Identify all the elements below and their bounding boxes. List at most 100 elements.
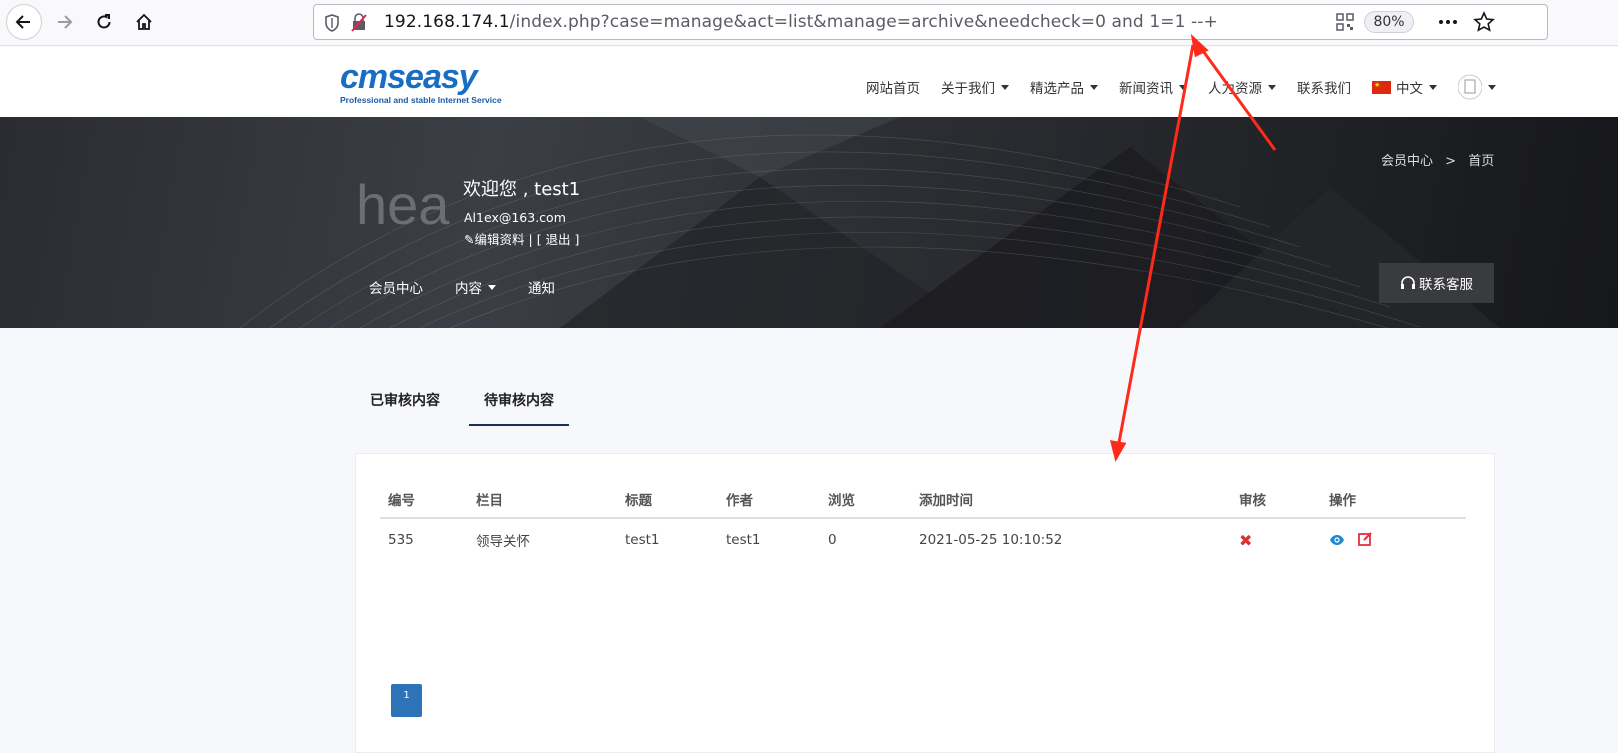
- home-button[interactable]: [126, 4, 162, 40]
- cell-actions: [1321, 518, 1466, 561]
- nav-item-news[interactable]: 新闻资讯: [1119, 73, 1187, 101]
- edit-profile-label: 编辑资料: [474, 232, 525, 247]
- caret-down-icon: [1488, 84, 1496, 90]
- header-id: 编号: [380, 482, 468, 519]
- main-nav: 网站首页 关于我们 精选产品 新闻资讯 人力资源 联系我们 中文: [866, 73, 1517, 101]
- view-eye-icon[interactable]: [1329, 534, 1345, 546]
- reload-icon: [97, 14, 111, 29]
- address-bar[interactable]: 192.168.174.1/index.php?case=manage&act=…: [313, 4, 1548, 40]
- forward-arrow-icon: [58, 15, 73, 29]
- contact-support-button[interactable]: 联系客服: [1379, 263, 1494, 303]
- more-actions-icon[interactable]: [1438, 19, 1458, 25]
- tab-pending[interactable]: 待审核内容: [469, 378, 569, 426]
- caret-down-icon: [1090, 84, 1098, 90]
- zoom-level-button[interactable]: 80%: [1364, 11, 1414, 33]
- caret-down-icon: [1268, 84, 1276, 90]
- user-menu[interactable]: [1458, 73, 1496, 101]
- table-header-row: 编号 栏目 标题 作者 浏览 添加时间 审核 操作: [380, 482, 1466, 519]
- language-switcher[interactable]: 中文: [1372, 73, 1437, 101]
- pagination-page-1[interactable]: 1: [391, 684, 422, 717]
- reload-button[interactable]: [86, 4, 122, 40]
- header-added-time: 添加时间: [911, 482, 1231, 519]
- site-logo[interactable]: cmseasy Professional and stable Internet…: [340, 60, 502, 105]
- member-email: Al1ex@163.com: [464, 210, 566, 225]
- edit-icon: ✎: [464, 232, 475, 247]
- header-category: 栏目: [468, 482, 617, 519]
- nav-label: 联系我们: [1297, 81, 1351, 97]
- header-author: 作者: [718, 482, 820, 519]
- home-icon: [136, 13, 152, 30]
- url-text[interactable]: 192.168.174.1/index.php?case=manage&act=…: [384, 12, 1218, 32]
- caret-down-icon: [1001, 84, 1009, 90]
- site-header: cmseasy Professional and stable Internet…: [0, 47, 1618, 117]
- member-nav-label: 会员中心: [369, 281, 423, 297]
- nav-item-about[interactable]: 关于我们: [941, 73, 1009, 101]
- member-nav-notice[interactable]: 通知: [528, 277, 555, 297]
- nav-label: 精选产品: [1030, 81, 1084, 97]
- bookmark-star-icon[interactable]: [1473, 11, 1495, 33]
- breadcrumb-separator: >: [1445, 154, 1457, 169]
- caret-down-icon: [488, 284, 496, 290]
- logo-wordmark: cmseasy: [340, 58, 478, 96]
- member-nav: 会员中心 内容 通知: [369, 277, 587, 297]
- member-banner: hea 欢迎您 , test1 Al1ex@163.com ✎编辑资料 | [ …: [0, 117, 1618, 328]
- breadcrumb: 会员中心 > 首页: [1381, 150, 1494, 169]
- url-path: /index.php?case=manage&act=list&manage=a…: [509, 12, 1218, 32]
- back-button[interactable]: [6, 4, 42, 40]
- banner-background-pattern: [239, 117, 1500, 328]
- forward-button[interactable]: [46, 4, 82, 40]
- breadcrumb-home[interactable]: 会员中心: [1381, 154, 1433, 169]
- browser-toolbar: 192.168.174.1/index.php?case=manage&act=…: [0, 0, 1618, 46]
- nav-label: 新闻资讯: [1119, 81, 1173, 97]
- nav-label: 人力资源: [1208, 81, 1262, 97]
- cell-views: 0: [828, 532, 837, 548]
- insecure-lock-icon[interactable]: [350, 13, 368, 33]
- edit-pencil-icon[interactable]: [1358, 531, 1373, 546]
- cell-approval: ✖: [1231, 518, 1321, 561]
- url-host: 192.168.174.1: [384, 12, 510, 32]
- breadcrumb-current: 首页: [1468, 154, 1495, 169]
- support-label: 联系客服: [1419, 277, 1473, 293]
- member-nav-label: 通知: [528, 281, 555, 297]
- edit-profile-link[interactable]: ✎编辑资料: [464, 232, 525, 247]
- content-list-card: 编号 栏目 标题 作者 浏览 添加时间 审核 操作 535 领导关怀 test1…: [355, 453, 1495, 753]
- member-nav-label: 内容: [455, 281, 482, 297]
- logout-link[interactable]: [ 退出 ]: [537, 232, 580, 247]
- back-arrow-icon: [15, 15, 30, 29]
- cell-id: 535: [388, 532, 414, 548]
- caret-down-icon: [1429, 84, 1437, 90]
- not-approved-x-icon: ✖: [1239, 530, 1253, 550]
- nav-item-home[interactable]: 网站首页: [866, 73, 920, 101]
- caret-down-icon: [1179, 84, 1187, 90]
- header-title: 标题: [617, 482, 718, 519]
- china-flag-icon: [1372, 80, 1391, 94]
- qr-code-icon[interactable]: [1336, 13, 1354, 31]
- header-actions: 操作: [1321, 482, 1466, 519]
- member-nav-content[interactable]: 内容: [455, 277, 496, 297]
- content-tabs: 已审核内容 待审核内容: [355, 378, 583, 426]
- logo-tagline: Professional and stable Internet Service: [340, 95, 502, 105]
- cell-author: test1: [726, 532, 761, 548]
- cell-category: 领导关怀: [476, 534, 530, 550]
- header-approval: 审核: [1231, 482, 1321, 519]
- content-table: 编号 栏目 标题 作者 浏览 添加时间 审核 操作 535 领导关怀 test1…: [380, 482, 1466, 561]
- headset-icon: [1401, 276, 1415, 289]
- member-nav-center[interactable]: 会员中心: [369, 277, 423, 297]
- user-avatar-icon: [1458, 74, 1482, 100]
- member-avatar[interactable]: hea: [356, 172, 449, 237]
- account-links: ✎编辑资料 | [ 退出 ]: [464, 229, 579, 248]
- nav-item-contact[interactable]: 联系我们: [1297, 73, 1351, 101]
- nav-label: 关于我们: [941, 81, 995, 97]
- header-views: 浏览: [820, 482, 911, 519]
- cell-added-time: 2021-05-25 10:10:52: [919, 532, 1063, 548]
- link-separator: |: [528, 232, 533, 247]
- tab-approved[interactable]: 已审核内容: [355, 378, 455, 426]
- language-label: 中文: [1396, 81, 1423, 97]
- shield-icon[interactable]: [324, 14, 340, 32]
- nav-item-hr[interactable]: 人力资源: [1208, 73, 1276, 101]
- table-row: 535 领导关怀 test1 test1 0 2021-05-25 10:10:…: [380, 518, 1466, 561]
- cell-title: test1: [625, 532, 660, 548]
- nav-item-products[interactable]: 精选产品: [1030, 73, 1098, 101]
- welcome-text: 欢迎您 , test1: [463, 179, 581, 200]
- nav-label: 网站首页: [866, 81, 920, 97]
